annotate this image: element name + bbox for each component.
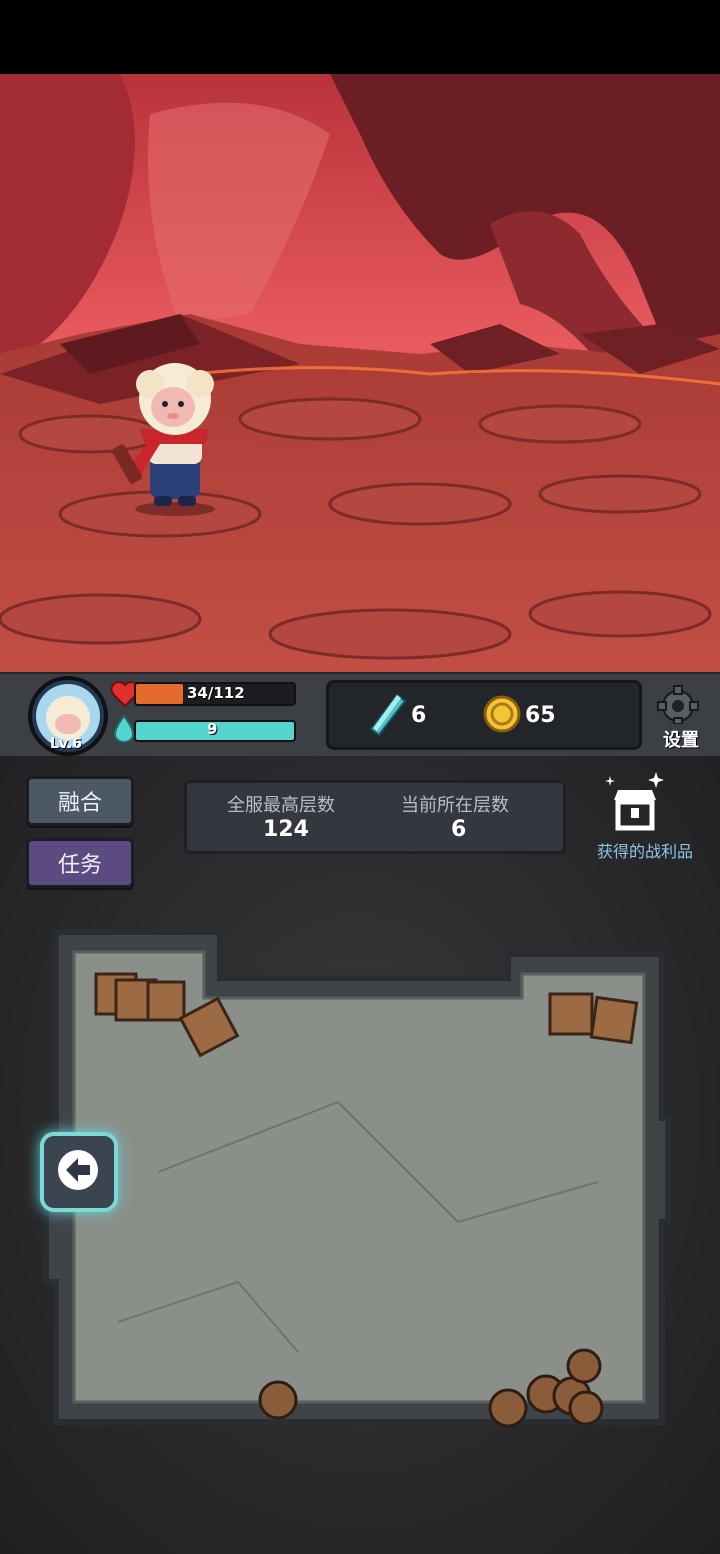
- dungeon-area: 融合 任务 全服最高层数 124 当前所在层数 6 获得的战利品: [0, 756, 720, 1554]
- server-max-floor-label: 全服最高层数: [227, 795, 335, 816]
- status-bar: [0, 0, 720, 74]
- fuse-button[interactable]: 融合: [26, 776, 134, 826]
- back-button[interactable]: [40, 1132, 118, 1212]
- settings-label: 设置: [663, 730, 699, 751]
- mp-text: 9: [207, 720, 218, 738]
- server-max-floor-value: 124: [263, 817, 309, 842]
- hero-character: [112, 363, 215, 516]
- current-floor-value: 6: [451, 817, 467, 842]
- battle-scene: [0, 74, 720, 672]
- crystal-icon: [367, 693, 407, 737]
- loot-button[interactable]: 获得的战利品: [590, 770, 700, 861]
- treasure-chest-icon: [604, 770, 666, 832]
- hp-bar-fill: [136, 684, 184, 704]
- settings-button[interactable]: 设置: [650, 680, 708, 751]
- quest-button[interactable]: 任务: [26, 838, 134, 888]
- coin-count: 65: [525, 703, 556, 728]
- lava-cave-background: [0, 74, 720, 672]
- loot-label: 获得的战利品: [596, 842, 693, 861]
- coin-icon: [483, 695, 521, 733]
- avatar-snout: [55, 714, 81, 734]
- dungeon-room-map: [43, 929, 671, 1428]
- back-arrow-icon: [56, 1148, 100, 1192]
- avatar-face: [46, 696, 90, 740]
- gear-icon: [656, 684, 700, 725]
- floor-info-panel: 全服最高层数 124 当前所在层数 6: [184, 780, 566, 854]
- gem-count: 6: [411, 703, 427, 728]
- player-level: Lv.6: [50, 736, 82, 752]
- current-floor-label: 当前所在层数: [401, 795, 509, 816]
- currency-panel: 6 65: [326, 680, 642, 750]
- hp-text: 34/112: [187, 684, 245, 702]
- player-hud: Lv.6 34/112 9 6 65 设置: [0, 672, 720, 758]
